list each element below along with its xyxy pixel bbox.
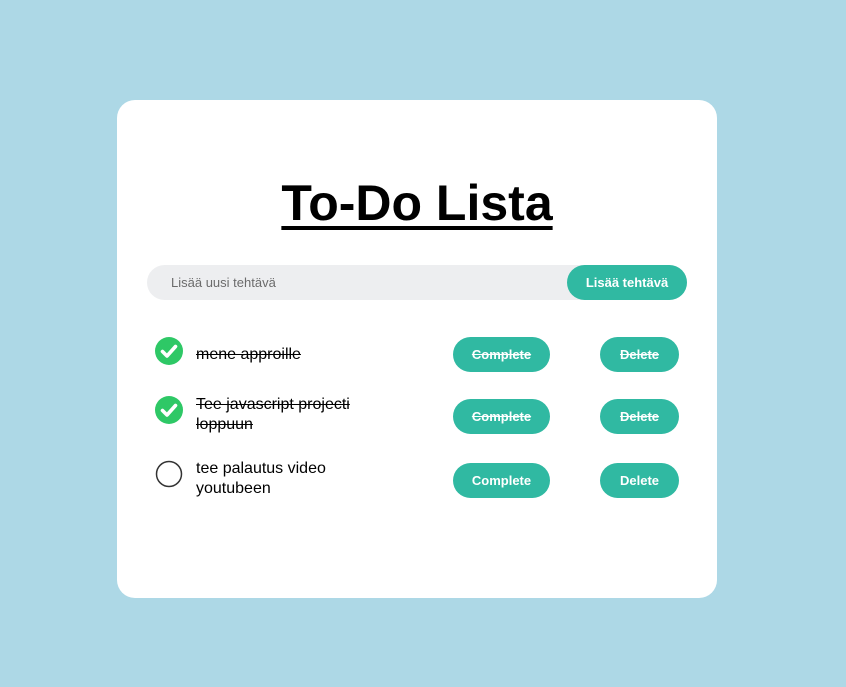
- task-item: mene approille Complete Delete: [155, 333, 685, 379]
- delete-button[interactable]: Delete: [600, 399, 679, 434]
- task-item: tee palautus video youtubeen Complete De…: [155, 459, 685, 505]
- complete-button[interactable]: Complete: [453, 463, 550, 498]
- task-item: Tee javascript projecti loppuun Complete…: [155, 395, 685, 441]
- delete-button[interactable]: Delete: [600, 463, 679, 498]
- delete-button[interactable]: Delete: [600, 337, 679, 372]
- page-title: To-Do Lista: [281, 175, 553, 231]
- task-text: Tee javascript projecti loppuun: [196, 396, 350, 433]
- new-task-input[interactable]: [147, 265, 547, 300]
- task-text: tee palautus video youtubeen: [196, 460, 326, 497]
- todo-card: To-Do Lista Lisää tehtävä mene approille…: [117, 100, 717, 598]
- complete-button[interactable]: Complete: [453, 399, 550, 434]
- check-circle-icon[interactable]: [155, 337, 183, 365]
- check-circle-icon[interactable]: [155, 396, 183, 424]
- task-text: mene approille: [196, 346, 301, 363]
- add-task-form: Lisää tehtävä: [147, 265, 687, 300]
- complete-button[interactable]: Complete: [453, 337, 550, 372]
- add-task-button[interactable]: Lisää tehtävä: [567, 265, 687, 300]
- empty-circle-icon[interactable]: [155, 460, 183, 488]
